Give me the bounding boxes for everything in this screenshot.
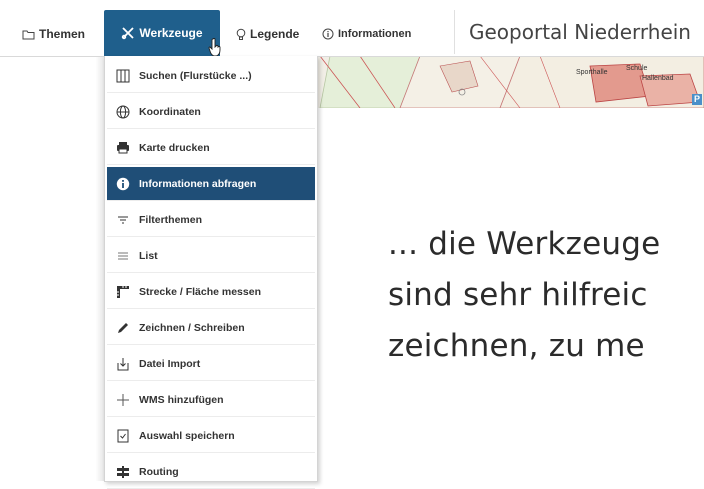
caption-line-3: zeichnen, zu me: [388, 328, 645, 364]
save-selection-icon: [117, 429, 129, 442]
nav-informationen[interactable]: Informationen: [322, 12, 411, 56]
menu-item-label: Strecke / Fläche messen: [139, 285, 261, 298]
menu-item-label: Suchen (Flurstücke ...): [139, 69, 252, 82]
nav-informationen-label: Informationen: [338, 28, 412, 40]
menu-item-auswahl-speichern[interactable]: Auswahl speichern: [107, 419, 315, 453]
file-import-icon: [117, 357, 129, 370]
info-circle-icon: [322, 28, 334, 40]
menu-item-suchen[interactable]: Suchen (Flurstücke ...): [107, 59, 315, 93]
menu-item-label: List: [139, 249, 158, 262]
menu-item-informationen-abfragen[interactable]: Informationen abfragen: [107, 167, 315, 201]
menu-item-label: Filterthemen: [139, 213, 203, 226]
menu-item-label: WMS hinzufügen: [139, 393, 224, 406]
werkzeuge-dropdown-menu: Suchen (Flurstücke ...) Koordinaten Kart…: [104, 56, 318, 489]
caption-line-2: sind sehr hilfreic: [388, 277, 648, 313]
menu-item-karte-drucken[interactable]: Karte drucken: [107, 131, 315, 165]
globe-icon: [116, 105, 130, 118]
map-label-parking: P: [694, 94, 701, 104]
nav-legende-label: Legende: [250, 27, 300, 41]
hand-cursor-icon: [208, 38, 221, 57]
menu-item-datei-import[interactable]: Datei Import: [107, 347, 315, 381]
nav-themen[interactable]: Themen: [22, 12, 85, 56]
lightbulb-icon: [236, 28, 246, 40]
menu-item-strecke-flaeche[interactable]: Strecke / Fläche messen: [107, 275, 315, 309]
menu-item-filterthemen[interactable]: Filterthemen: [107, 203, 315, 237]
nav-werkzeuge[interactable]: Werkzeuge: [104, 10, 221, 57]
pencil-icon: [118, 322, 128, 333]
grid-icon: [116, 69, 130, 82]
plus-icon: [117, 393, 129, 406]
nav-themen-label: Themen: [39, 27, 86, 41]
menu-item-koordinaten[interactable]: Koordinaten: [107, 95, 315, 129]
portal-title: Geoportal Niederrhein: [454, 10, 691, 54]
map-label-schule: Schule: [626, 65, 648, 72]
menu-item-label: Koordinaten: [139, 105, 201, 118]
caption-line-1: ... die Werkzeuge: [388, 226, 661, 262]
menu-item-label: Informationen abfragen: [139, 177, 257, 190]
map-label-hallenbad: Hallenbad: [642, 75, 674, 82]
menu-item-wms-hinzufuegen[interactable]: WMS hinzufügen: [107, 383, 315, 417]
nav-werkzeuge-label: Werkzeuge: [139, 26, 203, 40]
folder-icon: [22, 30, 35, 39]
map-label-sporthalle: Sporthalle: [576, 69, 608, 76]
menu-item-zeichnen[interactable]: Zeichnen / Schreiben: [107, 311, 315, 345]
nav-legende[interactable]: Legende: [236, 12, 299, 56]
menu-item-label: Routing: [139, 465, 179, 478]
menu-item-list[interactable]: List: [107, 239, 315, 273]
map-side-shade: [0, 56, 104, 481]
menu-item-label: Datei Import: [139, 357, 201, 370]
menu-item-routing[interactable]: Routing: [107, 455, 315, 489]
menu-item-label: Zeichnen / Schreiben: [139, 321, 245, 334]
printer-icon: [117, 142, 129, 154]
ruler-icon: [117, 285, 129, 298]
signpost-icon: [117, 465, 129, 478]
info-icon: [116, 177, 130, 190]
list-icon: [118, 252, 128, 259]
tools-icon: [122, 27, 135, 40]
menu-item-label: Karte drucken: [139, 141, 210, 154]
menu-item-label: Auswahl speichern: [139, 429, 235, 442]
filter-icon: [118, 216, 128, 223]
top-navigation-bar: Themen Werkzeuge Legende Informationen G…: [0, 0, 704, 57]
